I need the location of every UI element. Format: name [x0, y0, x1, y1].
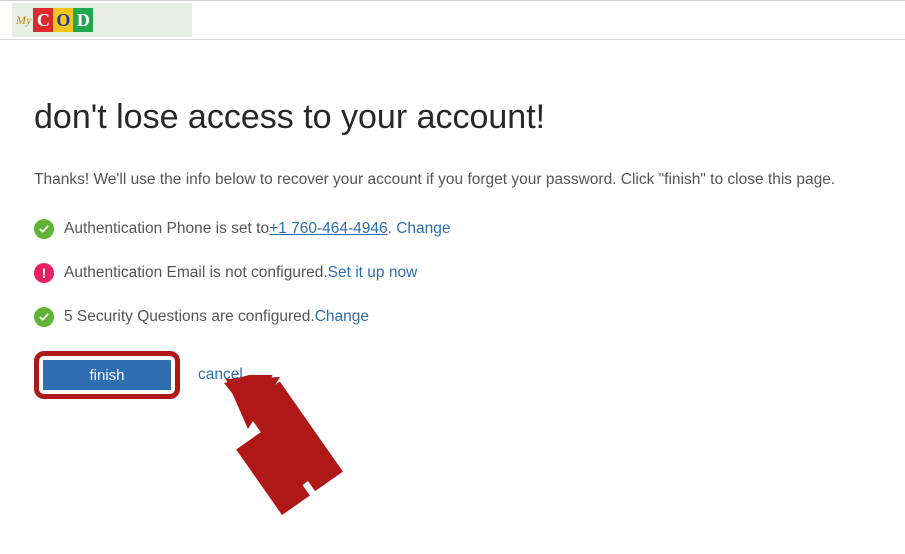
page-title: don't lose access to your account! — [34, 98, 871, 137]
finish-button[interactable]: finish — [43, 360, 171, 390]
logo-letter-c: C — [33, 8, 53, 32]
mycod-logo: My C O D — [16, 7, 93, 33]
logo-letter-o: O — [53, 8, 73, 32]
annotation-arrow-icon — [204, 375, 364, 515]
auth-email-row: ! Authentication Email is not configured… — [34, 263, 871, 283]
auth-phone-prefix: Authentication Phone is set to — [64, 220, 269, 238]
auth-email-setup-link[interactable]: Set it up now — [328, 264, 418, 282]
main-content: don't lose access to your account! Thank… — [0, 40, 905, 419]
separator-dot: . — [388, 220, 397, 238]
auth-phone-change-link[interactable]: Change — [396, 220, 450, 238]
header-bar: My C O D — [0, 0, 905, 40]
security-questions-change-link[interactable]: Change — [315, 308, 369, 326]
checkmark-icon — [34, 307, 54, 327]
cancel-link[interactable]: cancel — [198, 366, 243, 384]
annotation-highlight-box: finish — [34, 351, 180, 399]
security-questions-text: 5 Security Questions are configured. — [64, 308, 315, 326]
auth-email-text: Authentication Email is not configured. — [64, 264, 328, 282]
auth-phone-value-link[interactable]: +1 760-464-4946 — [269, 220, 388, 238]
site-banner: My C O D — [12, 3, 192, 37]
security-questions-row: 5 Security Questions are configured. Cha… — [34, 307, 871, 327]
intro-text: Thanks! We'll use the info below to reco… — [34, 171, 871, 189]
alert-icon: ! — [34, 263, 54, 283]
auth-phone-row: Authentication Phone is set to +1 760-46… — [34, 219, 871, 239]
logo-my-text: My — [16, 13, 31, 28]
checkmark-icon — [34, 219, 54, 239]
action-bar: finish cancel — [34, 351, 871, 399]
logo-letter-d: D — [73, 8, 93, 32]
